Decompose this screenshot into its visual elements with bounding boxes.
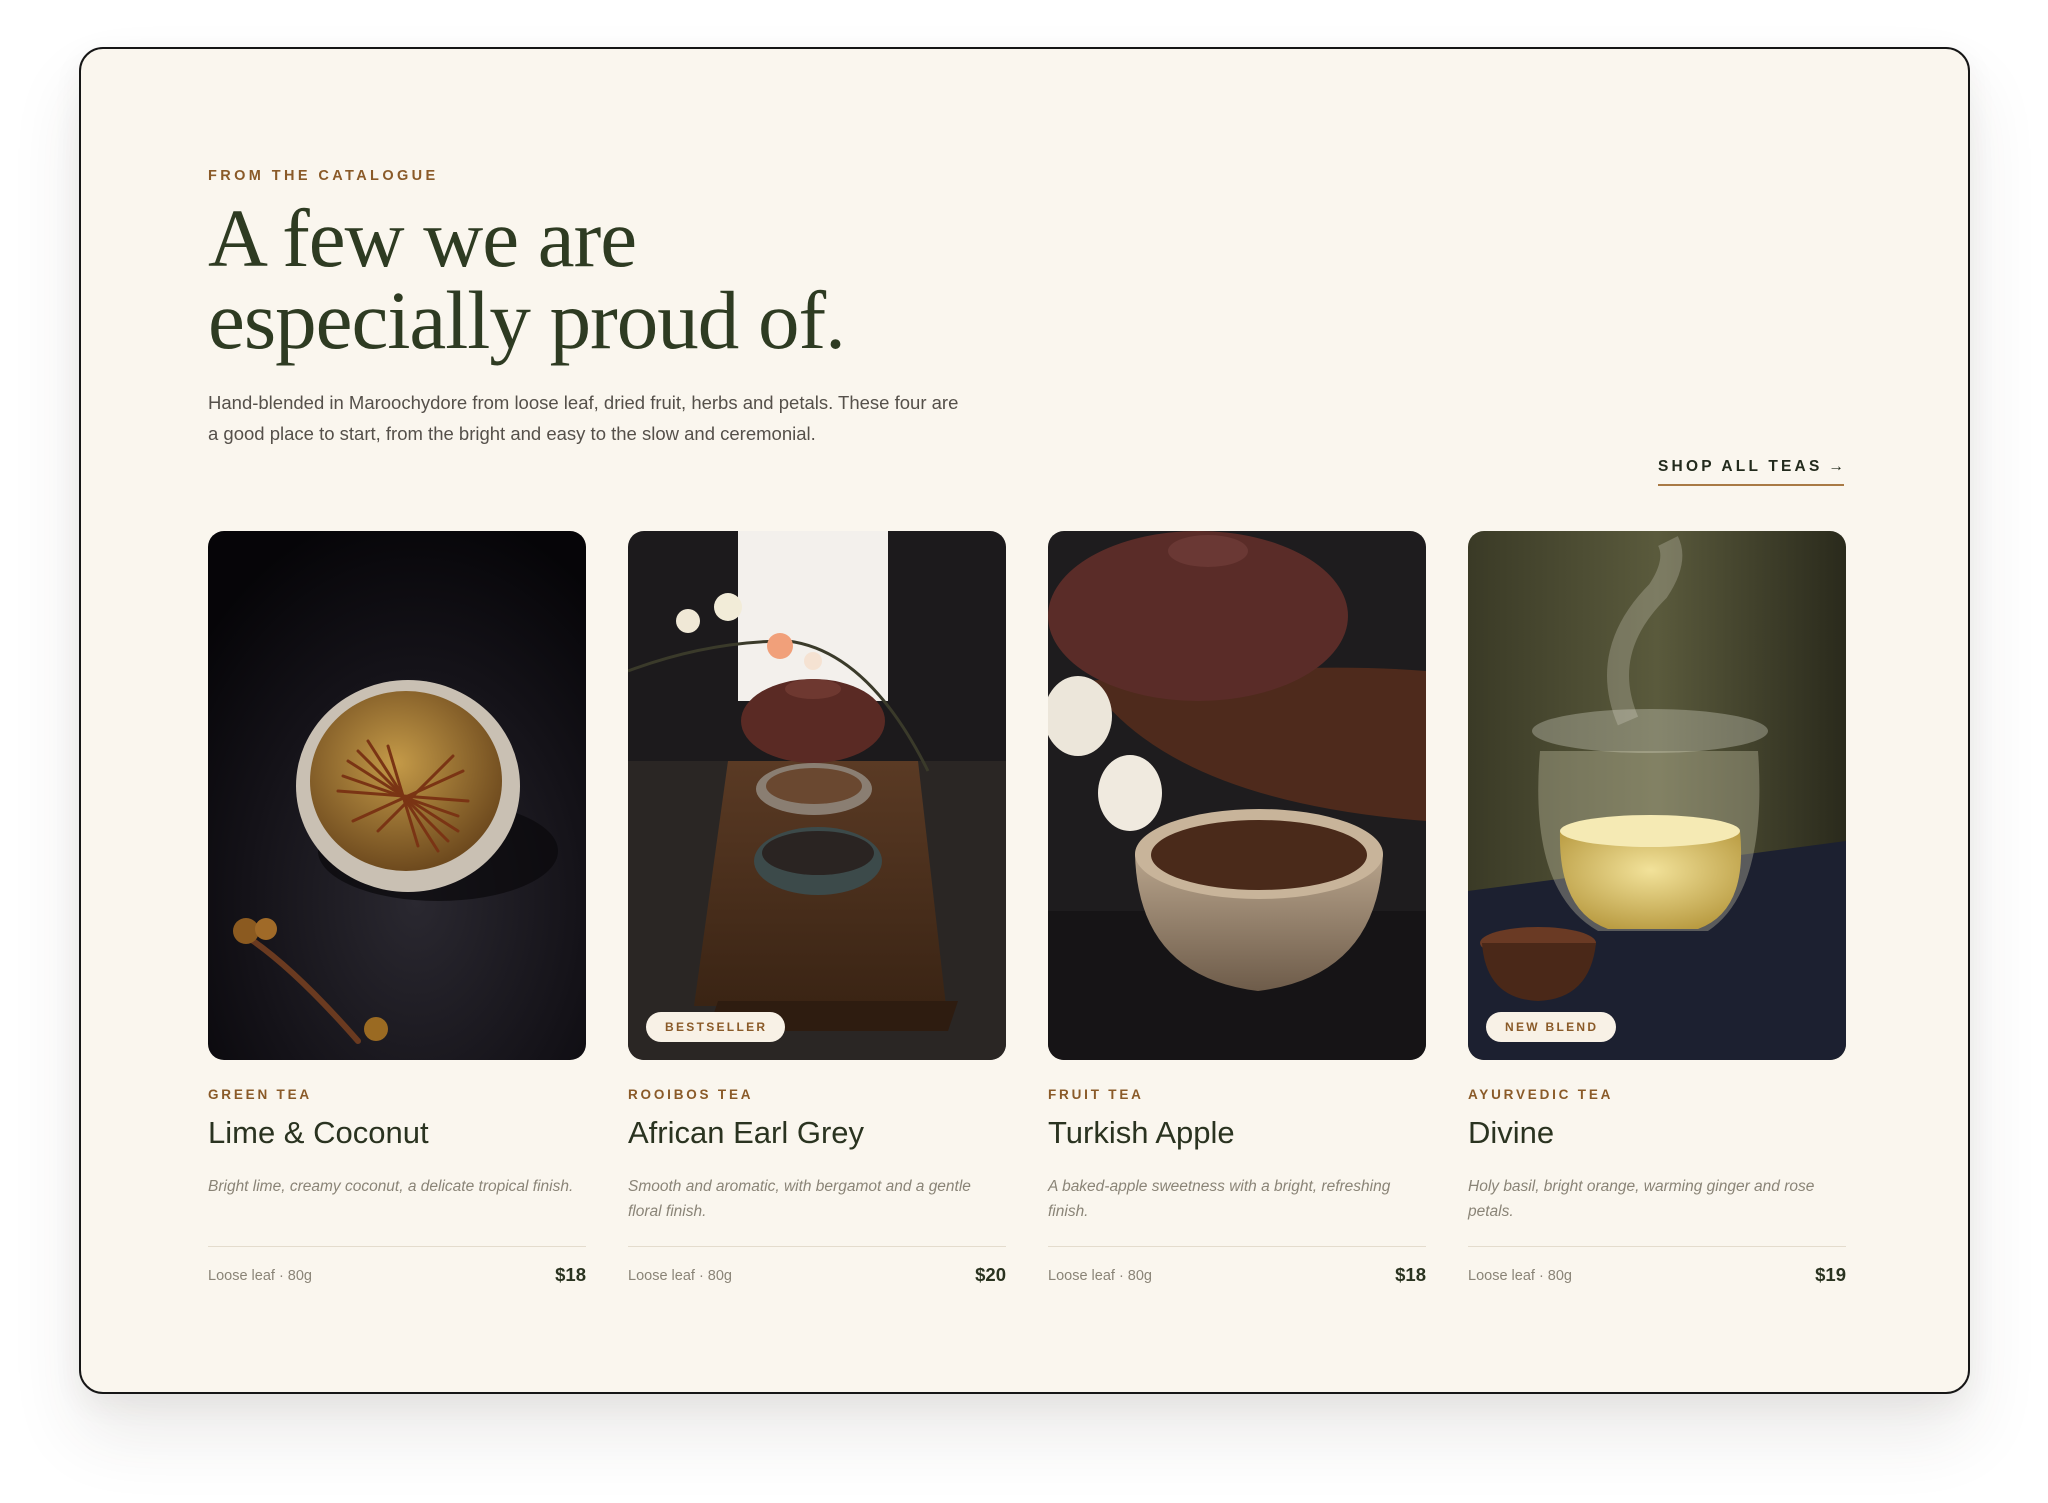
- bestseller-badge: BESTSELLER: [646, 1012, 786, 1042]
- divider: [628, 1246, 1006, 1247]
- shop-all-teas-link[interactable]: SHOP ALL TEAS →: [1658, 458, 1844, 486]
- product-category: GREEN TEA: [208, 1087, 312, 1102]
- headline-line-1: A few we are: [208, 192, 637, 284]
- divider: [1468, 1246, 1846, 1247]
- product-category: FRUIT TEA: [1048, 1087, 1144, 1102]
- catalogue-section: FROM THE CATALOGUE A few we are especial…: [79, 47, 1970, 1394]
- headline-line-2: especially proud of.: [208, 274, 846, 366]
- product-meta: Loose leaf · 80g: [628, 1268, 732, 1284]
- product-card[interactable]: BESTSELLER ROOIBOS TEA African Earl Grey…: [628, 531, 1006, 1285]
- product-description: Holy basil, bright orange, warming ginge…: [1468, 1178, 1815, 1220]
- product-name[interactable]: African Earl Grey: [628, 1115, 864, 1151]
- intro-line-1: Hand-blended in Maroochydore from loose …: [208, 392, 959, 413]
- intro-line-2: a good place to start, from the bright a…: [208, 423, 816, 444]
- product-image[interactable]: BESTSELLER: [628, 531, 1006, 1060]
- product-card[interactable]: NEW BLEND AYURVEDIC TEA Divine Holy basi…: [1468, 531, 1846, 1285]
- product-image[interactable]: NEW BLEND: [1468, 531, 1846, 1060]
- product-meta: Loose leaf · 80g: [1048, 1268, 1152, 1284]
- product-description: A baked-apple sweetness with a bright, r…: [1048, 1178, 1391, 1220]
- teapot-tray-photo: [628, 531, 1006, 1060]
- product-price: $18: [1395, 1264, 1426, 1285]
- section-eyebrow: FROM THE CATALOGUE: [208, 168, 439, 184]
- shop-all-label: SHOP ALL TEAS: [1658, 458, 1823, 475]
- product-price: $20: [975, 1264, 1006, 1285]
- section-headline: A few we are especially proud of.: [208, 197, 846, 362]
- product-name[interactable]: Divine: [1468, 1115, 1554, 1151]
- product-description: Smooth and aromatic, with bergamot and a…: [628, 1178, 971, 1220]
- product-name[interactable]: Turkish Apple: [1048, 1115, 1235, 1151]
- product-card[interactable]: FRUIT TEA Turkish Apple A baked-apple sw…: [1048, 531, 1426, 1285]
- product-meta: Loose leaf · 80g: [208, 1268, 312, 1284]
- divider: [1048, 1246, 1426, 1247]
- product-image[interactable]: [208, 531, 586, 1060]
- product-description: Bright lime, creamy coconut, a delicate …: [208, 1178, 574, 1195]
- product-category: AYURVEDIC TEA: [1468, 1087, 1614, 1102]
- arrow-right-icon: →: [1828, 458, 1845, 475]
- glass-pitcher-photo: [1468, 531, 1846, 1060]
- divider: [208, 1246, 586, 1247]
- product-category: ROOIBOS TEA: [628, 1087, 754, 1102]
- product-price: $18: [555, 1264, 586, 1285]
- product-meta: Loose leaf · 80g: [1468, 1268, 1572, 1284]
- product-image[interactable]: [1048, 531, 1426, 1060]
- tea-cup-photo: [208, 531, 586, 1060]
- section-intro: Hand-blended in Maroochydore from loose …: [208, 387, 1018, 449]
- product-price: $19: [1815, 1264, 1846, 1285]
- product-card[interactable]: GREEN TEA Lime & Coconut Bright lime, cr…: [208, 531, 586, 1285]
- tea-bowl-photo: [1048, 531, 1426, 1060]
- product-name[interactable]: Lime & Coconut: [208, 1115, 429, 1151]
- new-blend-badge: NEW BLEND: [1486, 1012, 1617, 1042]
